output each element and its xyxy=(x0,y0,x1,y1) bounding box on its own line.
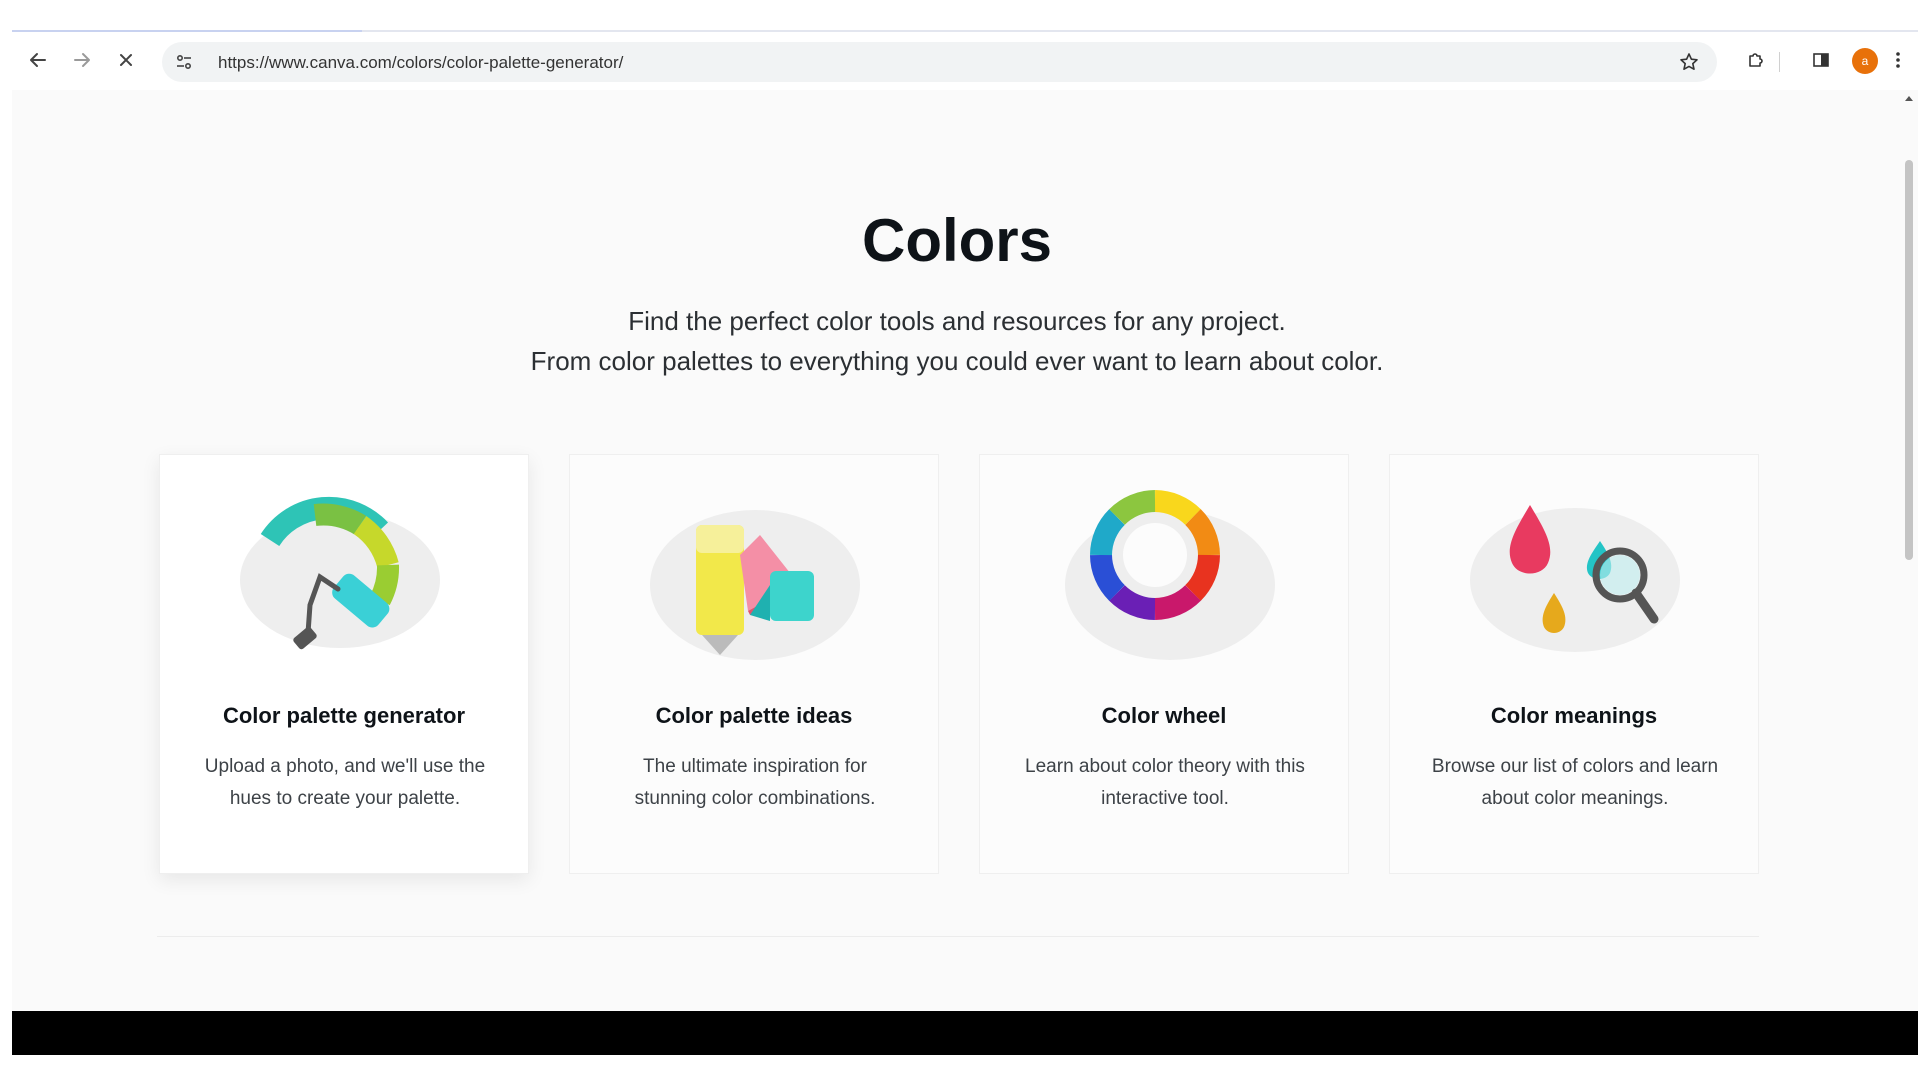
droplets-magnifier-icon xyxy=(1470,505,1680,652)
card-description: The ultimate inspiration for stunning co… xyxy=(634,756,876,809)
scrollbar-thumb[interactable] xyxy=(1905,160,1913,560)
toolbar-divider xyxy=(1779,52,1780,72)
card-color-palette-generator[interactable]: Color palette generator Upload a photo, … xyxy=(159,454,529,874)
card-description: Browse our list of colors and learn abou… xyxy=(1431,756,1719,809)
bottom-black-bar xyxy=(12,1011,1918,1055)
card-title[interactable]: Color wheel xyxy=(980,703,1348,729)
swatch-fan-icon xyxy=(650,510,860,660)
browser-window: https://www.canva.com/colors/color-palet… xyxy=(12,30,1918,1055)
card-title[interactable]: Color meanings xyxy=(1390,703,1758,729)
page-content: Colors Find the perfect color tools and … xyxy=(12,90,1902,1030)
arrow-left-icon[interactable] xyxy=(24,46,52,74)
avatar[interactable]: a xyxy=(1852,48,1878,74)
card-title[interactable]: Color palette generator xyxy=(160,703,528,729)
more-vert-icon[interactable] xyxy=(1884,46,1912,74)
card-description: Upload a photo, and we'll use the hues t… xyxy=(204,756,486,809)
star-icon[interactable] xyxy=(1675,48,1703,76)
section-divider xyxy=(157,936,1759,937)
side-panel-icon[interactable] xyxy=(1807,46,1835,74)
page-subtitle-line1: Find the perfect color tools and resourc… xyxy=(628,306,1286,336)
page-title: Colors xyxy=(861,207,1053,274)
card-title[interactable]: Color palette ideas xyxy=(570,703,938,729)
paint-roller-icon xyxy=(240,496,440,650)
scroll-up-icon[interactable] xyxy=(1905,96,1913,101)
url-text[interactable]: https://www.canva.com/colors/color-palet… xyxy=(218,53,623,73)
card-color-wheel[interactable]: Color wheel Learn about color theory wit… xyxy=(979,454,1349,874)
page-subtitle-line2: From color palettes to everything you co… xyxy=(530,346,1384,376)
address-bar[interactable]: https://www.canva.com/colors/color-palet… xyxy=(162,42,1717,82)
arrow-right-icon[interactable] xyxy=(68,46,96,74)
card-color-meanings[interactable]: Color meanings Browse our list of colors… xyxy=(1389,454,1759,874)
browser-toolbar: https://www.canva.com/colors/color-palet… xyxy=(12,32,1918,90)
close-icon[interactable] xyxy=(112,46,140,74)
color-wheel-icon xyxy=(1065,490,1275,660)
page-scrollbar[interactable] xyxy=(1900,90,1918,1036)
card-color-palette-ideas[interactable]: Color palette ideas The ultimate inspira… xyxy=(569,454,939,874)
tune-icon[interactable] xyxy=(170,48,198,76)
puzzle-icon[interactable] xyxy=(1742,46,1770,74)
card-description: Learn about color theory with this inter… xyxy=(1025,756,1305,809)
